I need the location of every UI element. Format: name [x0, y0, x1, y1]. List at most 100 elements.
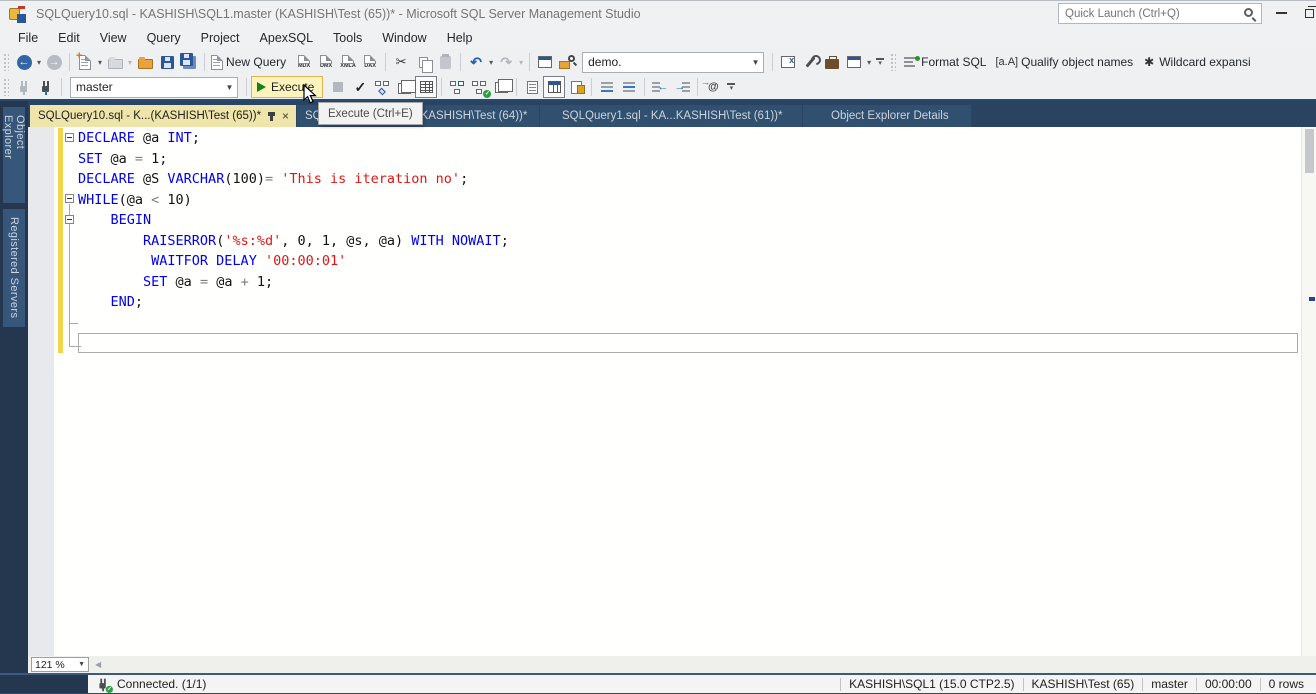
code-line[interactable]: BEGIN [78, 210, 1300, 231]
indicator-margin[interactable] [28, 127, 54, 656]
code-editor[interactable]: DECLARE @a INT; SET @a = 1; DECLARE @S VAR… [28, 127, 1316, 656]
menu-apexsql[interactable]: ApexSQL [250, 28, 324, 48]
horizontal-scrollbar[interactable] [107, 656, 1316, 673]
minimize-button[interactable] [1264, 1, 1298, 25]
code-line[interactable]: DECLARE @a INT; [78, 128, 1300, 149]
scroll-left-icon[interactable]: ◀ [89, 660, 107, 669]
panels-dropdown-icon[interactable]: ▾ [865, 58, 873, 67]
open-file-dropdown-icon[interactable]: ▾ [126, 58, 134, 67]
wildcard-expansion-button[interactable]: ✱ Wildcard expansi [1140, 51, 1257, 73]
code-line[interactable]: SET @a = 1; [78, 149, 1300, 170]
pin-icon[interactable] [267, 111, 275, 121]
fold-toggle-icon[interactable] [65, 133, 74, 142]
editor-zoom-dropdown-icon[interactable]: ▼ [78, 661, 88, 668]
redo-dropdown-icon[interactable]: ▾ [517, 58, 525, 67]
parse-button[interactable]: ✓ [349, 76, 371, 98]
open-folder-button[interactable] [134, 51, 156, 73]
available-databases-combo[interactable]: master ▼ [70, 76, 238, 98]
status-corner-block [0, 675, 88, 693]
paste-button[interactable] [434, 51, 456, 73]
dax-query-button[interactable]: DAX [359, 51, 381, 73]
tab-sqlquery1[interactable]: SQLQuery1.sql - KA...KASHISH\Test (61))* [540, 105, 802, 127]
new-file-button[interactable] [74, 50, 96, 73]
copy-button[interactable] [412, 51, 434, 73]
menu-query[interactable]: Query [137, 28, 191, 48]
client-statistics-button[interactable]: ✓ [468, 76, 492, 98]
code-line[interactable]: WAITFOR DELAY '00:00:01' [78, 251, 1300, 272]
object-explorer-vtab[interactable]: Object Explorer [2, 107, 26, 203]
trace-query-button[interactable] [446, 76, 468, 98]
actual-plan-button[interactable] [415, 76, 438, 98]
restore-button[interactable] [1294, 1, 1316, 25]
estimated-plan-button[interactable] [371, 76, 393, 98]
undo-dropdown-icon[interactable]: ▾ [487, 58, 495, 67]
toolbar2-overflow-button[interactable]: ▾ [727, 83, 736, 92]
new-query-button[interactable]: New Query [209, 51, 293, 73]
code-line[interactable]: END; [78, 292, 1300, 313]
menu-window[interactable]: Window [372, 28, 436, 48]
undo-button[interactable]: ↶ [465, 51, 487, 73]
qualify-object-names-button[interactable]: [a.A] Qualify object names [993, 51, 1140, 73]
toolbar1-overflow-button[interactable]: ▾ [876, 58, 885, 67]
results-to-grid-button[interactable] [543, 76, 566, 98]
fold-toggle-icon[interactable] [65, 194, 74, 203]
template-parameters-button[interactable] [534, 51, 556, 73]
window-x-button[interactable] [777, 51, 799, 73]
decrease-indent-button[interactable]: ← [649, 76, 671, 98]
mdx-query-button[interactable]: MDX [293, 51, 315, 73]
back-dropdown-icon[interactable]: ▾ [35, 58, 43, 67]
toolbar2-grip[interactable] [3, 78, 9, 96]
code-line[interactable]: WHILE(@a < 10) [78, 190, 1300, 211]
code-line[interactable]: SET @a = @a + 1; [78, 272, 1300, 293]
toolbar-grip[interactable] [3, 53, 9, 71]
menu-help[interactable]: Help [437, 28, 483, 48]
results-to-file-button[interactable] [565, 76, 587, 98]
cut-button[interactable]: ✂ [390, 51, 412, 73]
open-file-button[interactable] [104, 51, 126, 73]
navigate-back-button[interactable]: ← [13, 51, 35, 73]
options-wrench-button[interactable] [799, 51, 821, 73]
uncomment-button[interactable] [618, 76, 640, 98]
sqlcmd-mode-button[interactable]: @ [701, 76, 724, 98]
live-query-stats-button[interactable] [490, 76, 513, 98]
tab-sqlquery10[interactable]: SQLQuery10.sql - K...(KASHISH\Test (65))… [30, 105, 296, 127]
menu-view[interactable]: View [90, 28, 137, 48]
object-search-button[interactable] [556, 51, 578, 73]
close-icon[interactable]: × [282, 109, 289, 123]
results-to-text-button[interactable] [521, 76, 543, 98]
registered-servers-vtab[interactable]: Registered Servers [3, 209, 25, 327]
menu-file[interactable]: File [8, 28, 48, 48]
panels-button[interactable] [843, 51, 865, 73]
query-options-button[interactable] [393, 76, 416, 98]
editor-zoom-combo[interactable]: 121 % ▼ [31, 657, 89, 672]
redo-button[interactable]: ↷ [495, 51, 517, 73]
quick-launch-box[interactable] [1058, 3, 1262, 24]
comment-button[interactable] [596, 76, 618, 98]
menu-tools[interactable]: Tools [323, 28, 372, 48]
new-file-dropdown-icon[interactable]: ▾ [96, 58, 104, 67]
menu-edit[interactable]: Edit [48, 28, 90, 48]
tab-object-explorer-details[interactable]: Object Explorer Details [803, 105, 971, 127]
quick-launch-input[interactable] [1059, 7, 1240, 20]
change-connection-button[interactable] [35, 76, 57, 98]
toolbox-button[interactable] [821, 51, 843, 73]
dmx-query-button[interactable]: DMX [315, 51, 337, 73]
available-databases-dropdown-icon[interactable]: ▼ [222, 83, 237, 92]
cancel-query-button[interactable] [327, 76, 349, 98]
fold-toggle-icon[interactable] [65, 215, 74, 224]
xmla-query-button[interactable]: XMLA [337, 51, 359, 73]
search-icon[interactable] [1244, 8, 1253, 17]
increase-indent-button[interactable]: → [671, 76, 693, 98]
vertical-scrollbar[interactable] [1301, 127, 1316, 656]
code-line[interactable]: RAISERROR('%s:%d', 0, 1, @s, @a) WITH NO… [78, 231, 1300, 252]
save-button[interactable] [156, 51, 178, 73]
database-combo-demo[interactable]: demo. ▼ [582, 51, 765, 73]
database-combo-demo-dropdown-icon[interactable]: ▼ [748, 58, 763, 67]
code-line[interactable]: DECLARE @S VARCHAR(100)= 'This is iterat… [78, 169, 1300, 190]
vertical-scrollbar-thumb[interactable] [1305, 129, 1314, 173]
connect-button[interactable] [13, 76, 35, 98]
save-all-button[interactable] [178, 51, 200, 73]
format-sql-button[interactable]: Format SQL [902, 51, 993, 73]
navigate-forward-button[interactable]: → [43, 51, 65, 73]
menu-project[interactable]: Project [191, 28, 250, 48]
